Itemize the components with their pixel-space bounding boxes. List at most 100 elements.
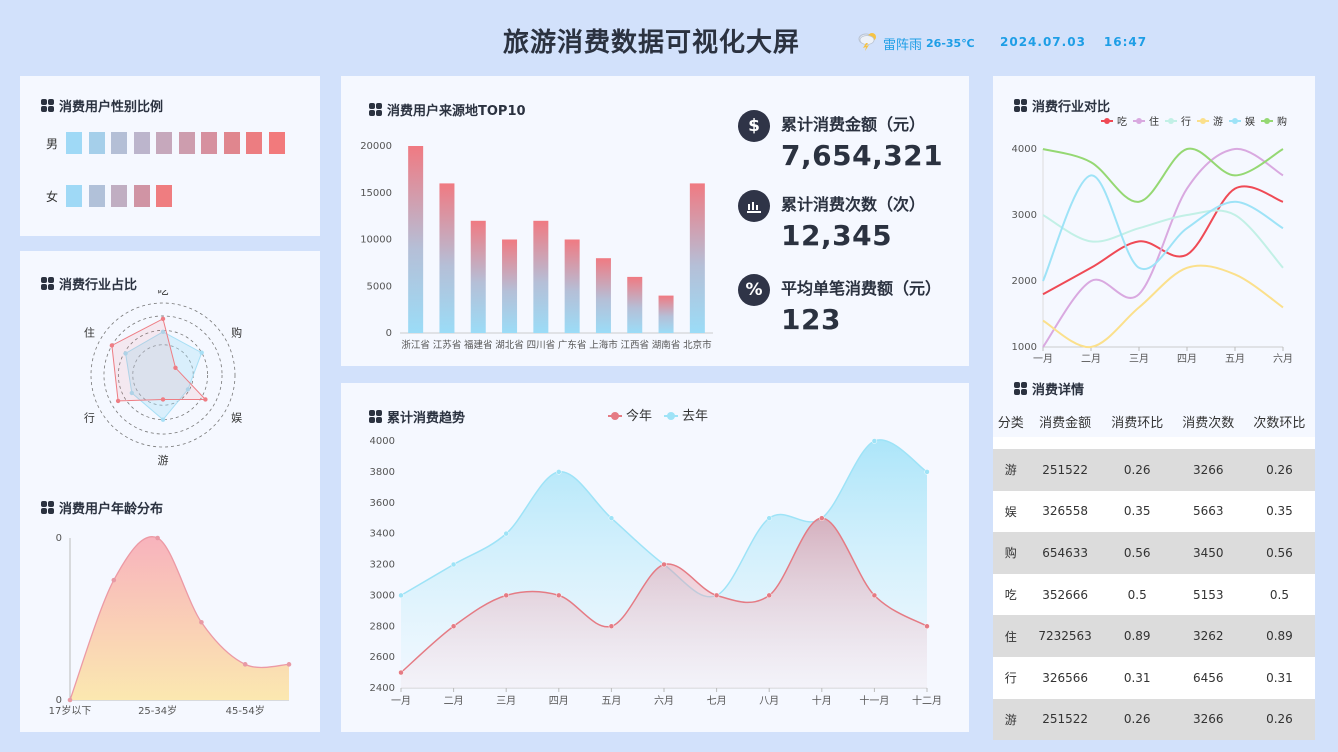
- female-ratio-block: [111, 185, 127, 207]
- data-point: [819, 515, 825, 521]
- female-ratio-block: [133, 185, 150, 207]
- radar-point: [160, 417, 166, 422]
- weather-widget: 雷阵雨 26-35℃: [857, 31, 975, 55]
- legend-marker: [1200, 118, 1206, 124]
- radar-point: [203, 397, 208, 402]
- table-row[interactable]: 住 7232563 0.89 3262 0.89: [993, 615, 1315, 657]
- source-top10-bar-chart: 0 5000 10000 15000 20000 浙江省 江苏省 福建省 湖北省 四川省 广东省 上海…: [360, 141, 713, 351]
- data-point: [242, 662, 248, 667]
- legend-label: 游: [1213, 115, 1223, 128]
- x-tick-label: 十一月: [859, 694, 889, 707]
- table-cell: 住: [993, 615, 1029, 657]
- data-point: [556, 469, 562, 475]
- stat-value: 7,654,321: [781, 139, 944, 172]
- table-row[interactable]: 吃 352666 0.5 5153 0.5: [993, 573, 1315, 616]
- grid-icon: [41, 99, 54, 112]
- table-cell: 3266: [1172, 449, 1244, 491]
- data-point: [286, 662, 292, 667]
- data-point: [661, 561, 667, 568]
- data-point: [871, 438, 878, 444]
- x-tick-label: 四月: [1177, 353, 1197, 365]
- radar-indicator-label: 娱: [231, 411, 242, 425]
- data-point: [713, 592, 720, 599]
- table-row[interactable]: 行 326566 0.31 6456 0.31: [993, 656, 1315, 699]
- gender-male-row: 男: [46, 132, 291, 154]
- x-tick-label: 四川省: [527, 339, 556, 351]
- x-tick-label: 湖南省: [652, 339, 681, 351]
- legend-label: 去年: [682, 409, 708, 424]
- data-point: [871, 592, 878, 599]
- data-point: [924, 623, 930, 629]
- x-tick-label: 17岁以下: [49, 704, 92, 717]
- bar: [408, 146, 424, 333]
- male-ratio-block: [88, 132, 105, 154]
- gender-panel: 消费用户性别比例: [20, 76, 320, 236]
- detail-title: 消费详情: [1014, 379, 1084, 398]
- data-point: [450, 561, 457, 568]
- table-cell: 购: [993, 532, 1029, 574]
- table-cell: 0.5: [1101, 573, 1173, 616]
- table-cell: 7232563: [1028, 615, 1102, 657]
- table-cell: 0.89: [1243, 615, 1315, 657]
- legend-marker: [1232, 118, 1238, 124]
- trend-area-chart: 2400 2600 2800 3000 3200 3400 3600 3800 4000 一月 二月…: [370, 408, 942, 707]
- radar-indicator-label: 行: [84, 412, 95, 425]
- table-row[interactable]: 购 654633 0.56 3450 0.56: [993, 532, 1315, 574]
- legend-marker: [1104, 118, 1110, 124]
- radar-point: [109, 343, 115, 348]
- x-tick-label: 福建省: [464, 339, 493, 351]
- source-title: 消费用户来源地TOP10: [369, 100, 526, 119]
- table-cell: 0.89: [1101, 615, 1173, 657]
- legend-label: 购: [1277, 115, 1287, 128]
- male-label: 男: [46, 136, 59, 151]
- female-ratio-block: [88, 185, 105, 207]
- table-row[interactable]: 游 251522 0.26 3266 0.26: [993, 698, 1315, 741]
- x-tick-label: 三月: [496, 695, 516, 707]
- table-cell: 0.31: [1243, 656, 1315, 699]
- x-tick-label: 25-34岁: [138, 704, 177, 717]
- age-area: [70, 536, 289, 700]
- legend-marker: [611, 412, 619, 420]
- x-tick-label: 十月: [812, 694, 832, 707]
- industry-compare-line-chart: 1000 2000 3000 4000 一月 二月 三月 四月 五月 六月 吃 住 行 游 娱 购: [1012, 115, 1293, 365]
- table-spacer: [993, 437, 1315, 449]
- male-ratio-block: [156, 132, 172, 154]
- y-tick-label: 0: [56, 533, 62, 544]
- table-cell: 6456: [1172, 656, 1244, 699]
- x-tick-label: 浙江省: [401, 339, 430, 351]
- bar: [658, 295, 674, 333]
- x-tick-label: 十二月: [912, 694, 942, 707]
- x-tick-label: 四月: [549, 695, 569, 707]
- detail-table: 分类 消费金额 消费环比 消费次数 次数环比 游 251522 0.26 3266 0.26 娱 3…: [993, 405, 1315, 741]
- bar: [627, 276, 643, 333]
- y-tick-label: 2400: [370, 683, 395, 694]
- data-point: [924, 469, 930, 475]
- y-tick-label: 3600: [370, 498, 395, 509]
- table-row[interactable]: 游 251522 0.26 3266 0.26: [993, 449, 1315, 491]
- x-tick-label: 六月: [654, 695, 674, 707]
- table-cell: 5663: [1172, 490, 1244, 533]
- table-cell: 251522: [1028, 698, 1102, 741]
- series-line: [1042, 147, 1284, 203]
- x-tick-label: 广东省: [558, 339, 587, 351]
- bar: [439, 183, 455, 333]
- table-cell: 3262: [1172, 615, 1244, 657]
- x-tick-label: 45-54岁: [226, 704, 265, 717]
- stat-value: 123: [781, 303, 841, 336]
- male-ratio-block: [133, 132, 150, 154]
- grid-icon: [41, 277, 54, 290]
- radar-indicator-label: 吃: [158, 290, 169, 297]
- table-cell: 0.26: [1101, 698, 1173, 741]
- gender-female-row: 女: [46, 185, 179, 207]
- radar-point: [160, 316, 166, 322]
- x-tick-label: 湖北省: [495, 339, 524, 351]
- table-header-cell: 消费环比: [1111, 415, 1164, 431]
- y-tick-label: 3000: [1012, 210, 1037, 221]
- legend-marker: [1168, 118, 1174, 124]
- legend-marker: [667, 412, 675, 420]
- legend-marker: [1136, 118, 1142, 124]
- x-tick-label: 七月: [707, 695, 727, 707]
- table-header-cell: 分类: [997, 415, 1024, 431]
- table-row[interactable]: 娱 326558 0.35 5663 0.35: [993, 490, 1315, 533]
- radar-indicator-label: 购: [231, 326, 242, 340]
